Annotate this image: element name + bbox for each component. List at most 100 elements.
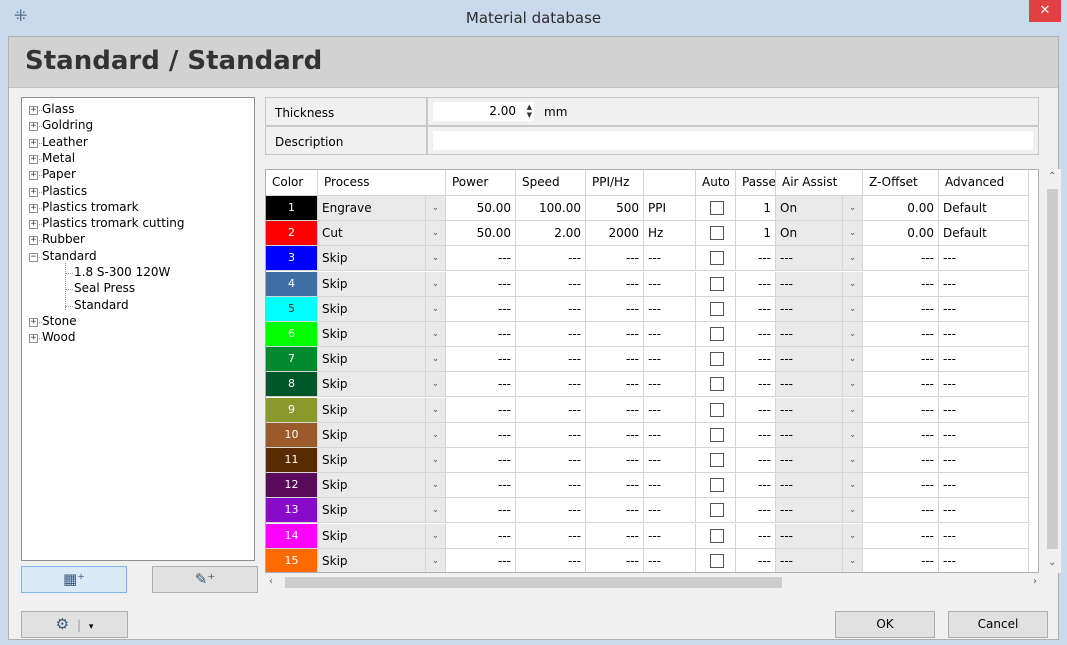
- tree-item[interactable]: 1.8 S-300 120W: [74, 265, 170, 281]
- auto-checkbox-cell[interactable]: [696, 322, 736, 347]
- color-swatch[interactable]: 5: [266, 296, 318, 322]
- air-assist-dropdown[interactable]: --- ⌄: [776, 422, 863, 448]
- speed-cell[interactable]: ---: [516, 397, 586, 423]
- chevron-down-icon[interactable]: ⌄: [425, 296, 445, 321]
- air-assist-dropdown[interactable]: --- ⌄: [776, 473, 863, 499]
- speed-cell[interactable]: 100.00: [516, 196, 586, 221]
- auto-checkbox-cell[interactable]: [696, 473, 736, 499]
- color-swatch[interactable]: 2: [266, 221, 318, 247]
- tree-item[interactable]: Paper: [42, 167, 76, 183]
- air-assist-dropdown[interactable]: --- ⌄: [776, 246, 863, 272]
- z-cell[interactable]: ---: [863, 473, 939, 499]
- z-cell[interactable]: ---: [863, 347, 939, 373]
- chevron-down-icon[interactable]: ⌄: [425, 498, 445, 523]
- tree-item[interactable]: Plastics: [42, 184, 87, 200]
- unit-cell[interactable]: ---: [644, 322, 696, 347]
- passes-cell[interactable]: ---: [736, 372, 776, 398]
- auto-checkbox[interactable]: [710, 276, 724, 291]
- auto-checkbox-cell[interactable]: [696, 548, 736, 572]
- expand-icon[interactable]: +: [29, 334, 38, 344]
- passes-cell[interactable]: ---: [736, 397, 776, 423]
- auto-checkbox-cell[interactable]: [696, 296, 736, 322]
- ppi-cell[interactable]: ---: [586, 422, 644, 448]
- chevron-down-icon[interactable]: ⌄: [842, 448, 862, 472]
- process-dropdown[interactable]: Skip ⌄: [318, 271, 446, 297]
- color-swatch[interactable]: 13: [266, 498, 318, 524]
- auto-checkbox-cell[interactable]: [696, 347, 736, 373]
- adv-cell[interactable]: ---: [939, 448, 1029, 473]
- speed-cell[interactable]: ---: [516, 448, 586, 473]
- auto-checkbox-cell[interactable]: [696, 196, 736, 221]
- tree-item[interactable]: Leather: [42, 135, 88, 151]
- unit-cell[interactable]: ---: [644, 548, 696, 572]
- power-cell[interactable]: ---: [446, 296, 516, 322]
- speed-cell[interactable]: ---: [516, 548, 586, 572]
- power-cell[interactable]: 50.00: [446, 196, 516, 221]
- chevron-down-icon[interactable]: ⌄: [842, 473, 862, 498]
- settings-menu-button[interactable]: ⚙ | ▾: [21, 611, 128, 638]
- process-dropdown[interactable]: Skip ⌄: [318, 473, 446, 499]
- auto-checkbox[interactable]: [710, 453, 724, 467]
- unit-cell[interactable]: ---: [644, 422, 696, 448]
- add-material-button[interactable]: ▦⁺: [21, 566, 127, 593]
- color-swatch[interactable]: 12: [266, 473, 318, 499]
- unit-cell[interactable]: ---: [644, 523, 696, 549]
- ppi-cell[interactable]: ---: [586, 397, 644, 423]
- power-cell[interactable]: 50.00: [446, 221, 516, 247]
- expand-icon[interactable]: +: [29, 236, 38, 246]
- auto-checkbox-cell[interactable]: [696, 271, 736, 297]
- color-swatch[interactable]: 15: [266, 548, 318, 572]
- adv-cell[interactable]: ---: [939, 422, 1029, 448]
- auto-checkbox[interactable]: [710, 201, 724, 215]
- process-dropdown[interactable]: Cut ⌄: [318, 221, 446, 247]
- expand-icon[interactable]: +: [29, 171, 38, 181]
- z-cell[interactable]: ---: [863, 448, 939, 473]
- tree-item[interactable]: Stone: [42, 314, 77, 330]
- tree-item[interactable]: Metal: [42, 151, 75, 167]
- auto-checkbox-cell[interactable]: [696, 397, 736, 423]
- passes-cell[interactable]: ---: [736, 296, 776, 322]
- expand-icon[interactable]: +: [29, 187, 38, 197]
- column-header[interactable]: PPI/Hz: [586, 170, 644, 196]
- z-cell[interactable]: ---: [863, 498, 939, 524]
- auto-checkbox-cell[interactable]: [696, 498, 736, 524]
- chevron-down-icon[interactable]: ⌄: [842, 347, 862, 372]
- passes-cell[interactable]: ---: [736, 246, 776, 272]
- unit-cell[interactable]: ---: [644, 271, 696, 297]
- tree-item[interactable]: Plastics tromark: [42, 200, 139, 216]
- auto-checkbox-cell[interactable]: [696, 448, 736, 473]
- ppi-cell[interactable]: ---: [586, 473, 644, 499]
- scroll-up-arrow-icon[interactable]: ⌃: [1048, 171, 1056, 182]
- color-swatch[interactable]: 14: [266, 523, 318, 549]
- chevron-down-icon[interactable]: ⌄: [425, 448, 445, 472]
- color-swatch[interactable]: 8: [266, 372, 318, 398]
- column-header[interactable]: Power: [446, 170, 516, 196]
- adv-cell[interactable]: Default: [939, 221, 1029, 247]
- process-dropdown[interactable]: Skip ⌄: [318, 397, 446, 423]
- chevron-down-icon[interactable]: ⌄: [842, 397, 862, 422]
- speed-cell[interactable]: ---: [516, 347, 586, 373]
- ok-button[interactable]: OK: [835, 611, 935, 638]
- z-cell[interactable]: 0.00: [863, 221, 939, 247]
- chevron-down-icon[interactable]: ⌄: [842, 498, 862, 523]
- process-dropdown[interactable]: Skip ⌄: [318, 246, 446, 272]
- adv-cell[interactable]: ---: [939, 271, 1029, 297]
- color-swatch[interactable]: 4: [266, 271, 318, 297]
- z-cell[interactable]: ---: [863, 322, 939, 347]
- column-header[interactable]: Advanced: [939, 170, 1029, 196]
- auto-checkbox[interactable]: [710, 352, 724, 367]
- ppi-cell[interactable]: ---: [586, 498, 644, 524]
- material-tree[interactable]: + Glass + Goldring + Leather + Metal + Paper + Plas…: [21, 97, 255, 561]
- chevron-down-icon[interactable]: ⌄: [425, 347, 445, 372]
- auto-checkbox-cell[interactable]: [696, 422, 736, 448]
- z-cell[interactable]: 0.00: [863, 196, 939, 221]
- adv-cell[interactable]: ---: [939, 498, 1029, 524]
- power-cell[interactable]: ---: [446, 448, 516, 473]
- column-header[interactable]: Auto: [696, 170, 736, 196]
- chevron-down-icon[interactable]: ⌄: [842, 221, 862, 246]
- column-header[interactable]: Speed: [516, 170, 586, 196]
- z-cell[interactable]: ---: [863, 548, 939, 572]
- process-dropdown[interactable]: Skip ⌄: [318, 322, 446, 347]
- process-dropdown[interactable]: Skip ⌄: [318, 498, 446, 524]
- adv-cell[interactable]: ---: [939, 296, 1029, 322]
